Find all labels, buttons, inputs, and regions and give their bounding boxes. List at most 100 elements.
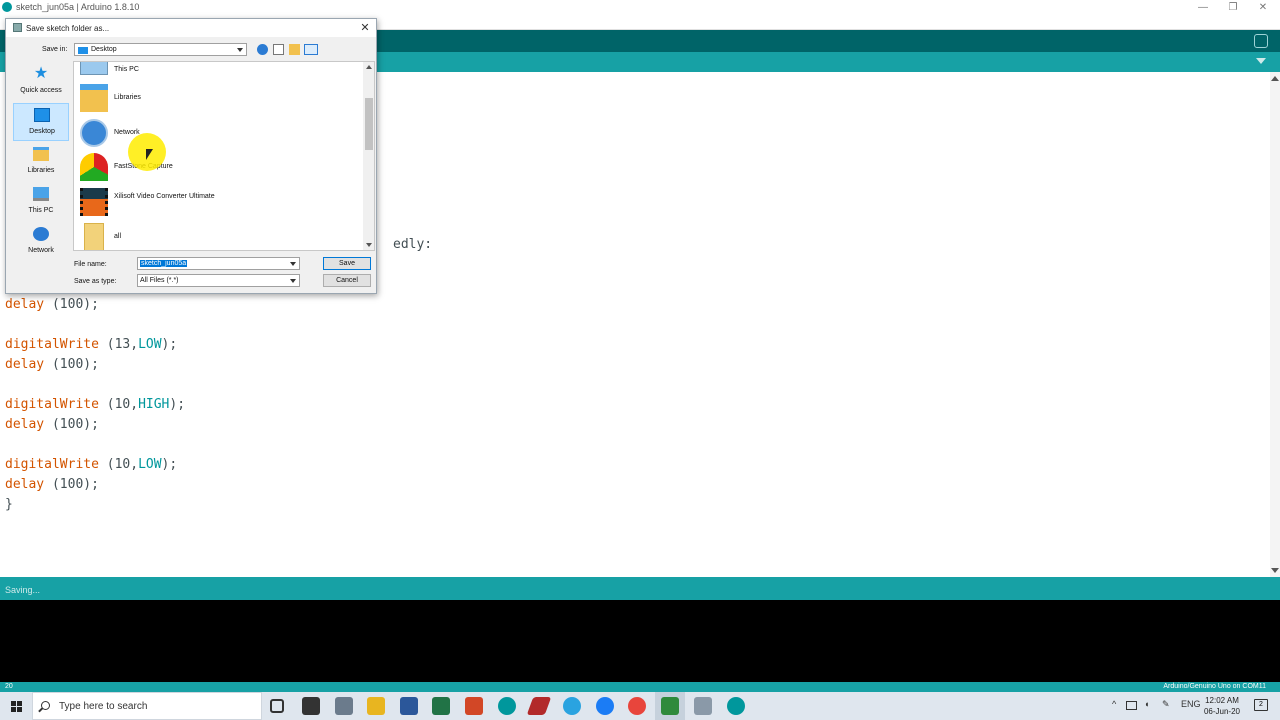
code-args: (10,	[98, 397, 139, 412]
code-line[interactable]: delay (100);	[5, 357, 99, 372]
file-item-xilisoft[interactable]: Xilisoft Video Converter Ultimate	[78, 186, 298, 218]
scroll-thumb[interactable]	[365, 98, 373, 150]
windows-logo-part	[11, 707, 16, 712]
network-tray-icon[interactable]: ✎	[1162, 699, 1170, 710]
save-in-value: Desktop	[91, 46, 117, 53]
language-indicator[interactable]: ENG	[1181, 699, 1201, 709]
cancel-button[interactable]: Cancel	[323, 274, 371, 287]
show-hidden-icons-chevron-icon[interactable]: ^	[1112, 699, 1116, 709]
code-args: (13,	[98, 337, 139, 352]
code-function: delay	[5, 297, 45, 312]
dialog-close-icon[interactable]: ✕	[358, 21, 372, 34]
close-window-button[interactable]: ✕	[1246, 0, 1280, 15]
notification-center-icon[interactable]: 2	[1254, 699, 1268, 711]
file-name-input[interactable]: sketch_jun05a	[137, 257, 300, 270]
computer-icon	[80, 62, 108, 75]
file-name-label: File name:	[74, 261, 107, 268]
minimize-button[interactable]: —	[1186, 0, 1220, 15]
messenger-icon[interactable]	[596, 697, 614, 715]
search-placeholder: Type here to search	[59, 701, 148, 712]
save-button[interactable]: Save	[323, 257, 371, 270]
file-explorer-icon[interactable]	[367, 697, 385, 715]
back-icon[interactable]	[257, 44, 268, 55]
code-tail: );	[161, 337, 178, 352]
scroll-up-icon[interactable]	[1271, 76, 1279, 81]
file-item-all[interactable]: all	[78, 221, 298, 250]
file-item-label: all	[114, 233, 122, 240]
editor-scrollbar[interactable]	[1270, 72, 1280, 577]
code-comment-fragment: edly:	[393, 237, 433, 252]
dialog-titlebar: Save sketch folder as... ✕	[6, 19, 376, 37]
clock[interactable]: 12:02 AM 06-Jun-20	[1204, 695, 1240, 717]
chevron-down-icon	[290, 279, 296, 283]
window-title: sketch_jun05a | Arduino 1.8.10	[16, 2, 140, 12]
taskbar-search-box[interactable]: Type here to search	[32, 692, 262, 720]
volume-icon[interactable]: ◖	[1144, 699, 1149, 709]
chevron-down-icon[interactable]	[290, 262, 296, 266]
restore-button[interactable]: ❐	[1216, 0, 1250, 15]
word-icon[interactable]	[400, 697, 418, 715]
code-args: (100);	[44, 297, 99, 312]
tab-menu-chevron-icon[interactable]	[1256, 58, 1266, 64]
faststone-taskbar-icon[interactable]	[661, 697, 679, 715]
window-titlebar: sketch_jun05a | Arduino 1.8.10 — ❐ ✕	[0, 0, 1280, 15]
code-line[interactable]: digitalWrite (10,HIGH);	[5, 397, 185, 412]
code-function: delay	[5, 357, 45, 372]
save-in-combo[interactable]: Desktop	[74, 43, 247, 56]
places-bar: ★ Quick access Desktop Libraries This PC…	[11, 61, 71, 261]
chrome-icon[interactable]	[628, 697, 646, 715]
file-item-this-pc[interactable]: This PC	[78, 62, 298, 81]
clock-date: 06-Jun-20	[1203, 707, 1240, 716]
device-icon[interactable]	[1126, 701, 1137, 710]
file-list-scrollbar[interactable]	[363, 62, 374, 250]
store-icon[interactable]	[302, 697, 320, 715]
code-line[interactable]: }	[5, 497, 13, 512]
up-folder-icon[interactable]	[273, 44, 284, 55]
scroll-down-icon[interactable]	[366, 243, 372, 247]
camera-icon[interactable]	[335, 697, 353, 715]
place-libraries[interactable]: Libraries	[13, 143, 69, 181]
file-item-label: Libraries	[114, 94, 141, 101]
task-view-icon[interactable]	[270, 699, 284, 713]
code-function: delay	[5, 477, 45, 492]
feather-app-icon[interactable]	[526, 697, 552, 715]
place-desktop[interactable]: Desktop	[13, 103, 69, 141]
excel-icon[interactable]	[432, 697, 450, 715]
start-button[interactable]	[0, 692, 32, 720]
new-folder-icon[interactable]	[289, 44, 300, 55]
code-function: }	[5, 497, 13, 512]
place-network[interactable]: Network	[13, 223, 69, 261]
search-icon	[41, 701, 50, 710]
code-line[interactable]: digitalWrite (10,LOW);	[5, 457, 177, 472]
file-item-network[interactable]: Network	[78, 117, 298, 149]
snipping-tool-icon[interactable]	[694, 697, 712, 715]
code-function: digitalWrite	[5, 457, 99, 472]
code-line[interactable]: delay (100);	[5, 417, 99, 432]
telegram-icon[interactable]	[563, 697, 581, 715]
scroll-down-icon[interactable]	[1271, 568, 1279, 573]
powerpoint-icon[interactable]	[465, 697, 483, 715]
windows-logo-part	[17, 701, 22, 706]
code-line[interactable]: digitalWrite (13,LOW);	[5, 337, 177, 352]
console-output[interactable]	[0, 600, 1280, 682]
arduino-taskbar-icon[interactable]	[498, 697, 516, 715]
arduino-ide-taskbar-icon[interactable]	[727, 697, 745, 715]
status-bar: Saving...	[0, 577, 1280, 600]
scroll-up-icon[interactable]	[366, 65, 372, 69]
save-as-type-select[interactable]: All Files (*.*)	[137, 274, 300, 287]
serial-monitor-icon[interactable]	[1254, 34, 1268, 48]
view-menu-icon[interactable]	[304, 44, 318, 55]
computer-icon	[33, 187, 49, 201]
windows-logo-part	[17, 707, 22, 712]
file-item-faststone-capture[interactable]: FastStone Capture	[78, 151, 298, 183]
file-item-libraries[interactable]: Libraries	[78, 82, 298, 114]
place-quick-access[interactable]: ★ Quick access	[13, 63, 69, 101]
code-line[interactable]: delay (100);	[5, 297, 99, 312]
code-constant: LOW	[138, 337, 162, 352]
place-this-pc[interactable]: This PC	[13, 183, 69, 221]
place-label: Desktop	[29, 128, 55, 135]
star-icon: ★	[33, 65, 49, 82]
file-list[interactable]: This PC Libraries Network FastStone Capt…	[73, 61, 375, 251]
code-function: digitalWrite	[5, 397, 99, 412]
code-line[interactable]: delay (100);	[5, 477, 99, 492]
